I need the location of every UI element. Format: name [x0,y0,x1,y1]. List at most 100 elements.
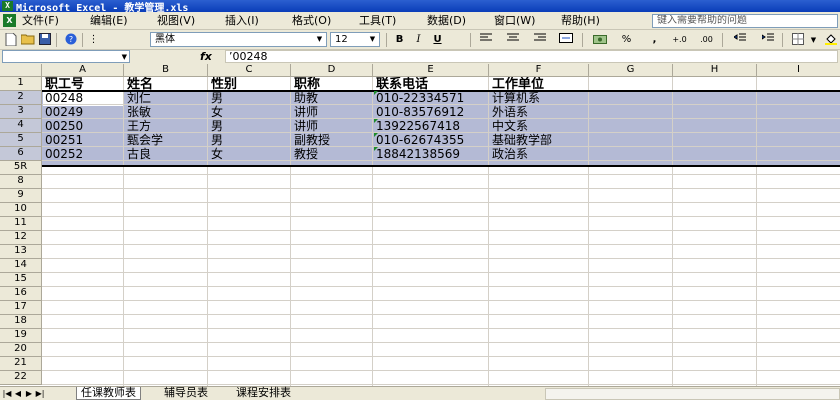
data-cell[interactable]: 计算机系 [490,91,588,106]
data-cell[interactable]: 男 [209,133,290,148]
data-cell[interactable]: 张敏 [125,105,207,120]
fill-color-icon[interactable] [823,33,838,47]
header-cell[interactable]: 工作单位 [490,77,588,92]
data-cell[interactable]: 古良 [125,147,207,162]
sheet-tab-courses[interactable]: 课程安排表 [232,387,295,400]
column-header-a[interactable]: A [42,64,124,77]
row-header-4[interactable]: 4 [0,119,42,133]
data-cell[interactable]: 基础教学部 [490,133,588,148]
menu-help[interactable]: 帮助(H) [561,14,600,28]
chevron-down-icon[interactable]: ▼ [122,51,127,63]
menu-format[interactable]: 格式(O) [292,14,331,28]
data-cell[interactable]: 政治系 [490,147,588,162]
font-size-select[interactable]: 12 ▼ [330,32,380,47]
column-header-g[interactable]: G [589,64,673,77]
row-header-9[interactable]: 9 [0,189,42,203]
data-cell[interactable]: 010-22334571 [374,91,488,106]
header-cell[interactable]: 职工号 [43,77,123,92]
menu-file[interactable]: 文件(F) [22,14,59,28]
row-header-8[interactable]: 8 [0,175,42,189]
menu-tools[interactable]: 工具(T) [359,14,396,28]
data-cell[interactable]: 中文系 [490,119,588,134]
menu-view[interactable]: 视图(V) [157,14,195,28]
name-box[interactable]: ▼ [2,50,130,63]
save-icon[interactable] [37,33,52,47]
header-cell[interactable]: 职称 [292,77,372,92]
data-cell[interactable]: 教授 [292,147,372,162]
bold-button[interactable]: B [392,33,407,47]
data-cell[interactable]: 18842138569 [374,147,488,162]
increase-decimal-icon[interactable]: +.0 [672,33,687,47]
header-cell[interactable]: 联系电话 [374,77,488,92]
data-cell[interactable]: 王方 [125,119,207,134]
align-left-icon[interactable] [478,33,493,47]
row-header-6[interactable]: 6 [0,147,42,161]
help-search-input[interactable]: 键入需要帮助的问题 [652,14,838,28]
header-cell[interactable]: 性别 [209,77,290,92]
last-sheet-icon[interactable]: ▶| [35,388,45,400]
row-header-20[interactable]: 20 [0,343,42,357]
data-cell[interactable]: 010-83576912 [374,105,488,120]
column-header-h[interactable]: H [673,64,757,77]
new-document-icon[interactable] [3,32,18,47]
data-cell[interactable]: 讲师 [292,119,372,134]
data-cell[interactable]: 00250 [43,119,123,134]
toolbar-grip-icon[interactable]: ⋮ [86,33,101,47]
select-all-corner[interactable] [0,64,42,77]
first-sheet-icon[interactable]: |◀ [2,388,12,400]
data-cell[interactable]: 00248 [43,91,123,106]
header-cell[interactable]: 姓名 [125,77,207,92]
row-header-14[interactable]: 14 [0,259,42,273]
help-icon[interactable]: ? [63,33,78,47]
column-header-e[interactable]: E [373,64,489,77]
column-header-c[interactable]: C [208,64,291,77]
chevron-down-icon[interactable]: ▼ [314,34,325,45]
data-cell[interactable]: 00252 [43,147,123,162]
next-sheet-icon[interactable]: ▶ [24,388,34,400]
row-header-17[interactable]: 17 [0,301,42,315]
italic-button[interactable]: I [411,33,426,47]
sheet-tab-counselors[interactable]: 辅导员表 [160,387,212,400]
row-header-13[interactable]: 13 [0,245,42,259]
data-cell[interactable]: 00251 [43,133,123,148]
data-cell[interactable]: 刘仁 [125,91,207,106]
row-header-15[interactable]: 15 [0,273,42,287]
font-name-select[interactable]: 黑体 ▼ [150,32,327,47]
data-cell[interactable]: 副教授 [292,133,372,148]
data-cell[interactable]: 00249 [43,105,123,120]
row-header-19[interactable]: 19 [0,329,42,343]
row-header-21[interactable]: 21 [0,357,42,371]
data-cell[interactable]: 外语系 [490,105,588,120]
currency-icon[interactable] [592,33,607,47]
align-right-icon[interactable] [532,33,547,47]
data-cell[interactable]: 讲师 [292,105,372,120]
formula-input[interactable]: ’00248 [225,50,838,63]
row-header-11[interactable]: 11 [0,217,42,231]
chevron-down-icon[interactable]: ▼ [806,33,821,47]
row-header-10[interactable]: 10 [0,203,42,217]
row-header-7[interactable]: 5R [0,161,42,175]
sheet-tab-teachers[interactable]: 任课教师表 [76,387,141,400]
data-cell[interactable]: 女 [209,147,290,162]
row-header-22[interactable]: 22 [0,371,42,385]
open-folder-icon[interactable] [20,33,35,47]
menu-window[interactable]: 窗口(W) [494,14,535,28]
merge-center-icon[interactable] [558,33,573,47]
decrease-indent-icon[interactable] [732,33,747,47]
row-header-1[interactable]: 1 [0,77,42,91]
chevron-down-icon[interactable]: ▼ [367,34,378,45]
row-header-3[interactable]: 3 [0,105,42,119]
previous-sheet-icon[interactable]: ◀ [13,388,23,400]
menu-edit[interactable]: 编辑(E) [90,14,128,28]
menu-data[interactable]: 数据(D) [427,14,466,28]
row-header-18[interactable]: 18 [0,315,42,329]
decrease-decimal-icon[interactable]: .00 [699,33,714,47]
column-header-f[interactable]: F [489,64,589,77]
data-cell[interactable]: 女 [209,105,290,120]
row-header-16[interactable]: 16 [0,287,42,301]
row-header-12[interactable]: 12 [0,231,42,245]
data-cell[interactable]: 男 [209,119,290,134]
data-cell[interactable]: 13922567418 [374,119,488,134]
spreadsheet-grid[interactable]: A B C D E F G H I 1 2 3 4 5 6 5R 8 9 10 11 12 13 14 15 16 17 18 19 2… [0,64,840,386]
column-header-b[interactable]: B [124,64,208,77]
